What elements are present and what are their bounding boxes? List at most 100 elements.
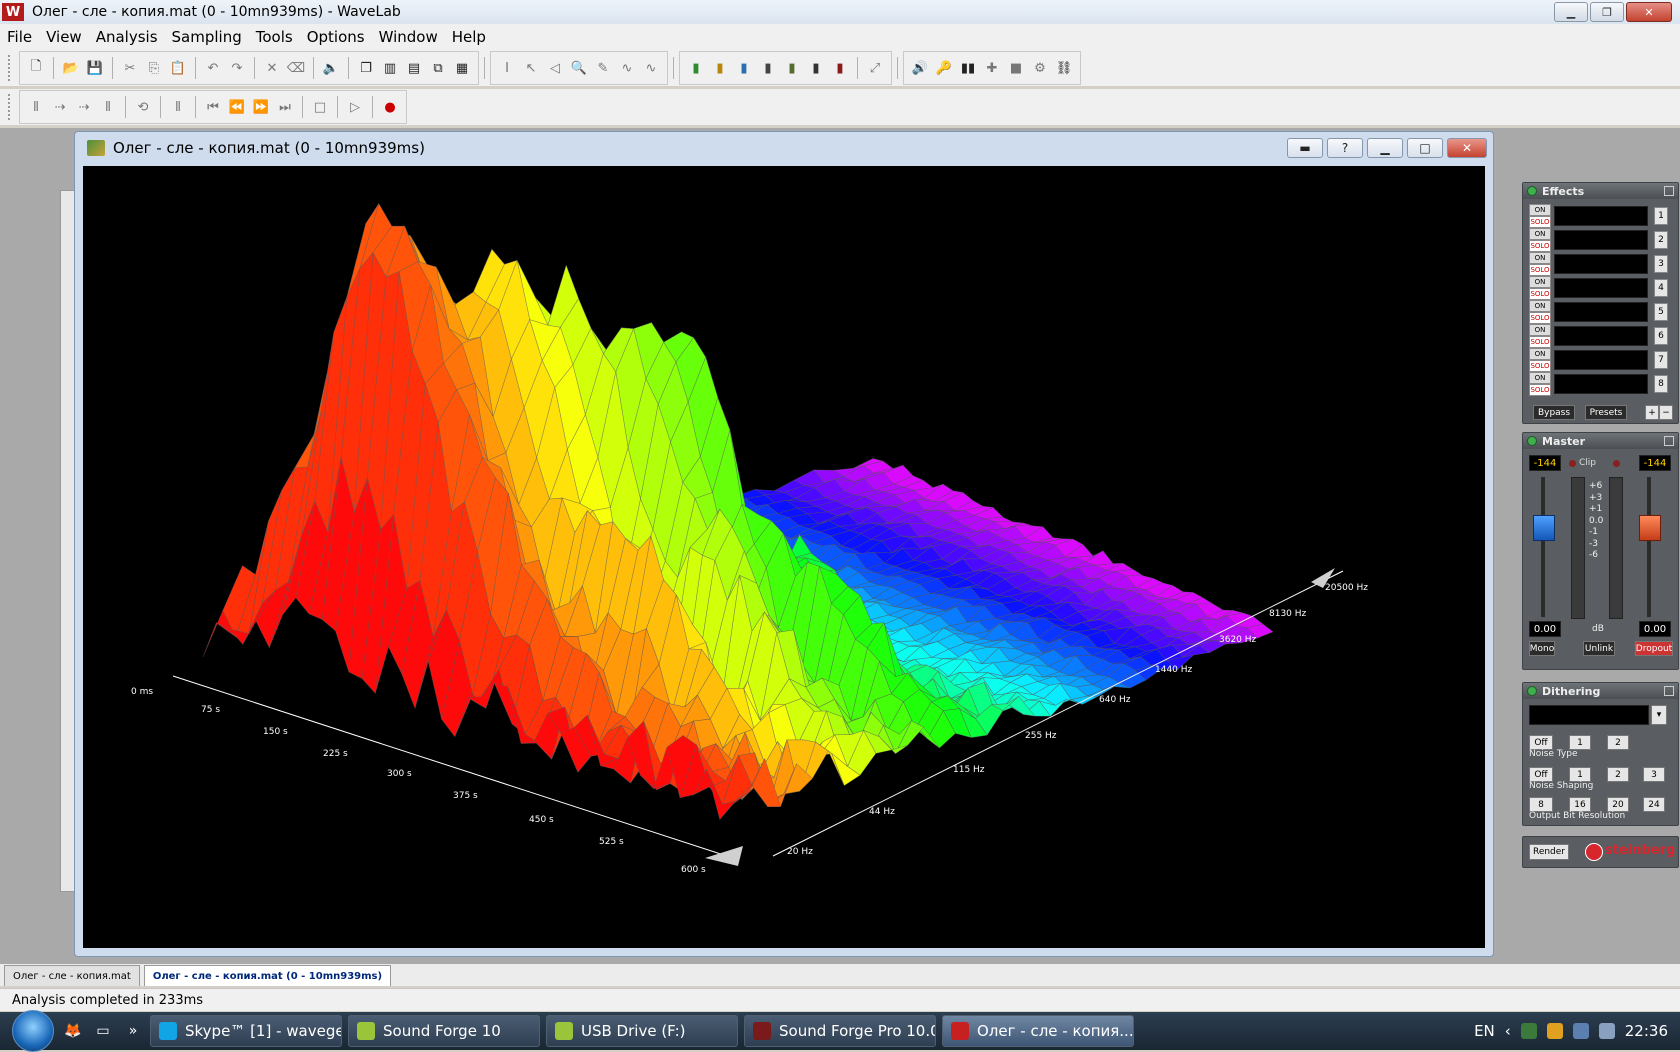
effect-slot-number[interactable]: 3 [1654, 255, 1668, 273]
start-button-icon[interactable] [12, 1010, 54, 1052]
rewind-icon[interactable]: ⏪ [227, 97, 247, 117]
menu-view[interactable]: View [39, 28, 89, 46]
dithering-led-icon[interactable] [1527, 686, 1537, 696]
pause-bars-icon[interactable]: ▮▮ [958, 58, 978, 78]
task-usb-drive[interactable]: USB Drive (F:) [546, 1015, 738, 1047]
menu-tools[interactable]: Tools [249, 28, 300, 46]
effect-on-button[interactable]: ON [1529, 204, 1551, 216]
meter-oscillo-icon[interactable]: ▮ [830, 58, 850, 78]
meter-phase-icon[interactable]: ▮ [758, 58, 778, 78]
quicklaunch-chevron-icon[interactable]: » [122, 1020, 144, 1042]
cascade-icon[interactable]: ❐ [356, 58, 376, 78]
key-icon[interactable]: 🔑 [934, 58, 954, 78]
effect-solo-button[interactable]: SOLO [1529, 336, 1551, 348]
effect-plugin-slot[interactable] [1554, 374, 1648, 394]
effect-on-button[interactable]: ON [1529, 300, 1551, 312]
meter-bit-icon[interactable]: ▮ [782, 58, 802, 78]
effect-plugin-slot[interactable] [1554, 302, 1648, 322]
effect-on-button[interactable]: ON [1529, 372, 1551, 384]
language-indicator[interactable]: EN [1474, 1022, 1495, 1040]
clip-right-led-icon[interactable] [1613, 460, 1620, 467]
bits-16-button[interactable]: 16 [1569, 797, 1591, 812]
envelope-icon[interactable]: ∿ [617, 58, 637, 78]
toolbar-grip[interactable] [8, 55, 13, 81]
unlink-button[interactable]: Unlink [1583, 641, 1615, 656]
effect-plugin-slot[interactable] [1554, 326, 1648, 346]
close-button[interactable]: ✕ [1626, 2, 1672, 22]
firefox-icon[interactable]: 🦊 [62, 1020, 84, 1042]
master-collapse-icon[interactable] [1664, 436, 1674, 446]
effect-slot[interactable]: ON SOLO 6 [1529, 324, 1671, 348]
remove-effect-icon[interactable]: − [1659, 405, 1673, 420]
delete-icon[interactable]: ✕ [262, 58, 282, 78]
effects-led-icon[interactable] [1527, 186, 1537, 196]
show-desktop-icon[interactable]: ▭ [92, 1020, 114, 1042]
effect-plugin-slot[interactable] [1554, 278, 1648, 298]
effect-plugin-slot[interactable] [1554, 350, 1648, 370]
doc-help-button[interactable]: ? [1327, 138, 1363, 158]
master-led-icon[interactable] [1527, 436, 1537, 446]
noise-shaping-off-button[interactable]: Off [1529, 767, 1553, 782]
loop-icon[interactable]: ⟲ [133, 97, 153, 117]
document-titlebar[interactable]: Олег - сле - копия.mat (0 - 10mn939ms) ▬… [75, 132, 1493, 164]
speaker-select-icon[interactable]: 🔊 [910, 58, 930, 78]
noise-type-off-button[interactable]: Off [1529, 735, 1553, 750]
effect-slot[interactable]: ON SOLO 5 [1529, 300, 1671, 324]
play-tool-icon[interactable]: ◁ [545, 58, 565, 78]
open-file-icon[interactable]: 📂 [61, 58, 81, 78]
noise-shaping-3-button[interactable]: 3 [1643, 767, 1665, 782]
effect-slot[interactable]: ON SOLO 4 [1529, 276, 1671, 300]
effect-on-button[interactable]: ON [1529, 252, 1551, 264]
tab-document-2[interactable]: Олег - сле - копия.mat (0 - 10mn939ms) [143, 965, 392, 986]
redo-icon[interactable]: ↷ [227, 58, 247, 78]
volume-icon[interactable] [1598, 1023, 1615, 1039]
tab-document-1[interactable]: Олег - сле - копия.mat [4, 965, 140, 986]
effect-slot[interactable]: ON SOLO 7 [1529, 348, 1671, 372]
effect-slot[interactable]: ON SOLO 1 [1529, 204, 1671, 228]
left-fader-handle[interactable] [1533, 515, 1555, 541]
pencil-icon[interactable]: ✎ [593, 58, 613, 78]
select-icon[interactable]: ↖ [521, 58, 541, 78]
erase-icon[interactable]: ⌫ [286, 58, 306, 78]
restore-button[interactable]: ❐ [1590, 2, 1624, 22]
chevron-down-icon[interactable]: ▾ [1651, 705, 1667, 725]
effect-solo-button[interactable]: SOLO [1529, 384, 1551, 396]
meter-vu-icon[interactable]: ▮ [686, 58, 706, 78]
effect-solo-button[interactable]: SOLO [1529, 264, 1551, 276]
meter-wave-icon[interactable]: ▮ [806, 58, 826, 78]
update-icon[interactable] [1546, 1023, 1563, 1039]
effect-slot-number[interactable]: 6 [1654, 327, 1668, 345]
network-icon[interactable] [1572, 1023, 1589, 1039]
fade-icon[interactable]: ∿ [641, 58, 661, 78]
clock[interactable]: 22:36 [1625, 1022, 1668, 1040]
text-cursor-icon[interactable]: I [497, 58, 517, 78]
effect-solo-button[interactable]: SOLO [1529, 288, 1551, 300]
clip-left-led-icon[interactable] [1569, 460, 1576, 467]
menu-options[interactable]: Options [300, 28, 372, 46]
noise-shaping-1-button[interactable]: 1 [1569, 767, 1591, 782]
block-icon[interactable]: ■ [1006, 58, 1026, 78]
menu-sampling[interactable]: Sampling [165, 28, 249, 46]
effect-slot-number[interactable]: 4 [1654, 279, 1668, 297]
effect-plugin-slot[interactable] [1554, 230, 1648, 250]
effect-on-button[interactable]: ON [1529, 228, 1551, 240]
dither-plugin-select[interactable] [1529, 705, 1649, 725]
shield-icon[interactable] [1520, 1023, 1537, 1039]
marker-range-icon[interactable]: ⫴ [98, 97, 118, 117]
doc-close-button[interactable]: ✕ [1447, 138, 1487, 158]
undo-icon[interactable]: ↶ [203, 58, 223, 78]
new-file-icon[interactable]: 🗋 [26, 58, 46, 78]
dropout-button[interactable]: Dropout [1635, 641, 1673, 656]
bits-24-button[interactable]: 24 [1643, 797, 1665, 812]
effect-solo-button[interactable]: SOLO [1529, 240, 1551, 252]
settings-icon[interactable]: ⚙ [1030, 58, 1050, 78]
prev-marker-icon[interactable]: ⇢ [50, 97, 70, 117]
go-start-icon[interactable]: ⏮ [203, 97, 223, 117]
zoom-tool-icon[interactable]: 🔍 [569, 58, 589, 78]
effect-slot-number[interactable]: 1 [1654, 207, 1668, 225]
effect-solo-button[interactable]: SOLO [1529, 360, 1551, 372]
meter-spectrum-icon[interactable]: ▮ [734, 58, 754, 78]
toolbar-grip-2[interactable] [8, 94, 13, 120]
fullscreen-icon[interactable]: ⤢ [865, 58, 885, 78]
speaker-icon[interactable]: 🔈 [321, 58, 341, 78]
